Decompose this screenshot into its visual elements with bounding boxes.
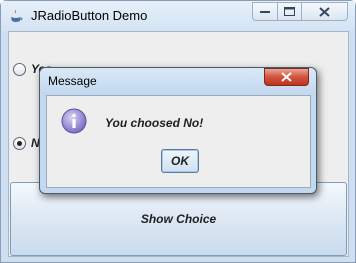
minimize-button[interactable]	[252, 2, 278, 21]
dialog-content: You choosed No! OK	[46, 95, 311, 188]
dialog-close-button[interactable]	[264, 68, 309, 86]
close-icon	[319, 6, 330, 17]
window-title: JRadioButton Demo	[31, 8, 148, 23]
radio-selected-dot	[17, 140, 22, 146]
ok-button[interactable]: OK	[161, 149, 199, 173]
main-titlebar[interactable]: JRadioButton Demo	[1, 1, 355, 31]
close-button[interactable]	[301, 2, 348, 21]
dialog-titlebar[interactable]: Message	[40, 68, 316, 94]
message-text: You choosed No!	[105, 116, 204, 130]
dialog-title: Message	[48, 74, 97, 88]
radio-no-circle[interactable]	[13, 136, 26, 150]
minimize-icon	[260, 10, 270, 13]
close-icon	[281, 72, 292, 82]
message-dialog: Message You choosed No! OK	[39, 67, 317, 194]
java-icon	[11, 9, 23, 22]
maximize-button[interactable]	[277, 2, 302, 21]
info-icon	[61, 108, 87, 134]
maximize-icon	[284, 7, 295, 16]
radio-yes-circle[interactable]	[13, 62, 26, 76]
